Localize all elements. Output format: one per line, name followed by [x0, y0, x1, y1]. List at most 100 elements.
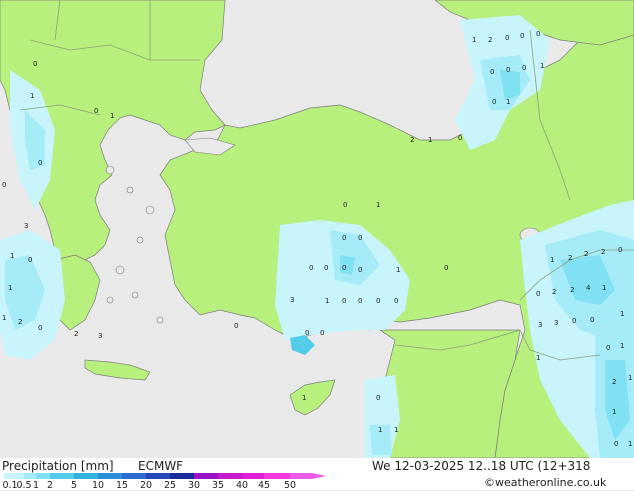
legend-tick-label: 20	[139, 480, 153, 491]
precip-value: 0	[444, 264, 448, 272]
precip-value: 2	[601, 248, 605, 256]
precip-value: 2	[584, 250, 588, 258]
legend-swatch	[36, 473, 50, 479]
legend-tick-label: 25	[163, 480, 177, 491]
precip-value: 0	[522, 64, 526, 72]
precip-value: 1	[2, 314, 6, 322]
precip-value: 1	[10, 252, 14, 260]
precip-value: 0	[590, 316, 594, 324]
legend-tick-label: 50	[283, 480, 297, 491]
precip-value: 2	[570, 286, 574, 294]
legend-tick-label: 0.1	[2, 480, 18, 491]
precip-value: 0	[342, 264, 346, 272]
precipitation-map: 0 1 0 0 1 0 1 2 1 0 1 2 0 0 0 0 0 0 1 0 1 0 1 2 1 0 0 1 0 0 0 0 0 0 1 0 3 1 0 0…	[0, 0, 634, 458]
precip-value: 3	[290, 296, 294, 304]
precip-value: 1	[628, 440, 632, 448]
legend-tick-label: 5	[70, 480, 78, 491]
precip-value: 0	[324, 264, 328, 272]
precip-value: 3	[554, 319, 558, 327]
precip-value: 0	[536, 290, 540, 298]
precip-value: 1	[376, 201, 380, 209]
precip-value: 0	[376, 297, 380, 305]
precip-value: 0	[572, 317, 576, 325]
precip-value: 1	[394, 426, 398, 434]
legend-swatch	[290, 473, 312, 479]
legend-swatch	[194, 473, 218, 479]
precip-value: 1	[602, 284, 606, 292]
precip-value: 1	[8, 284, 12, 292]
legend-swatch	[122, 473, 146, 479]
precip-value: 0	[2, 181, 6, 189]
legend-arrow	[312, 473, 326, 479]
precip-value: 0	[320, 329, 324, 337]
precip-value: 2	[568, 254, 572, 262]
valid-time: We 12-03-2025 12..18 UTC (12+318	[372, 459, 591, 473]
precip-value: 2	[552, 288, 556, 296]
precip-value: 0	[505, 34, 509, 42]
precip-value: 0	[343, 201, 347, 209]
footer-bar: Precipitation [mm] ECMWF We 12-03-2025 1…	[0, 458, 634, 491]
precip-value: 0	[358, 297, 362, 305]
map-title: Precipitation [mm]	[2, 459, 114, 473]
legend-swatch	[146, 473, 170, 479]
precip-value: 0	[490, 68, 494, 76]
precip-value: 0	[536, 30, 540, 38]
legend-swatch	[98, 473, 122, 479]
precip-value: 1	[550, 256, 554, 264]
legend-swatch	[170, 473, 194, 479]
legend-tick-label: 40	[235, 480, 249, 491]
precip-value: 1	[110, 112, 114, 120]
precip-value: 2	[612, 378, 616, 386]
precip-value: 1	[396, 266, 400, 274]
precip-value: 0	[394, 297, 398, 305]
precip-value: 0	[606, 344, 610, 352]
precip-value: 1	[506, 98, 510, 106]
precip-value: 3	[538, 321, 542, 329]
precip-value: 0	[28, 256, 32, 264]
legend-swatch	[264, 473, 290, 479]
legend-swatch	[4, 473, 24, 479]
precip-value: 0	[309, 264, 313, 272]
precip-value: 1	[325, 297, 329, 305]
precip-value: 0	[234, 322, 238, 330]
precip-value: 1	[628, 374, 632, 382]
precip-value: 0	[506, 66, 510, 74]
legend-swatch	[242, 473, 264, 479]
precip-value: 0	[342, 297, 346, 305]
legend-swatch	[24, 473, 36, 479]
precip-value: 1	[378, 426, 382, 434]
legend-swatch	[74, 473, 98, 479]
precip-value: 1	[620, 310, 624, 318]
precip-value: 2	[18, 318, 22, 326]
precip-value: 0	[614, 440, 618, 448]
precip-value: 0	[520, 32, 524, 40]
precip-value: 0	[342, 234, 346, 242]
precip-value: 2	[74, 330, 78, 338]
precip-value: 0	[358, 266, 362, 274]
precip-value: 1	[472, 36, 476, 44]
precip-value: 0	[38, 324, 42, 332]
precip-value: 0	[94, 107, 98, 115]
precip-value: 1	[612, 408, 616, 416]
precip-value: 3	[24, 222, 28, 230]
legend-tick-label: 0.5	[16, 480, 32, 491]
precip-value: 0	[376, 394, 380, 402]
precip-value: 2	[410, 136, 414, 144]
precip-value: 1	[620, 342, 624, 350]
legend-tick-label: 1	[32, 480, 40, 491]
precip-value: 3	[98, 332, 102, 340]
precip-value: 0	[358, 234, 362, 242]
legend-tick-label: 15	[115, 480, 129, 491]
model-name: ECMWF	[138, 459, 184, 473]
precip-value: 2	[488, 36, 492, 44]
legend-tick-label: 30	[187, 480, 201, 491]
legend-tick-label: 2	[46, 480, 54, 491]
legend-tick-label: 45	[257, 480, 271, 491]
precip-value: 0	[458, 134, 462, 142]
precip-value: 0	[618, 246, 622, 254]
precip-value: 1	[428, 136, 432, 144]
legend-tick-label: 35	[211, 480, 225, 491]
precip-value: 1	[540, 62, 544, 70]
credit-link[interactable]: ©weatheronline.co.uk	[484, 476, 606, 489]
legend-swatch	[218, 473, 242, 479]
